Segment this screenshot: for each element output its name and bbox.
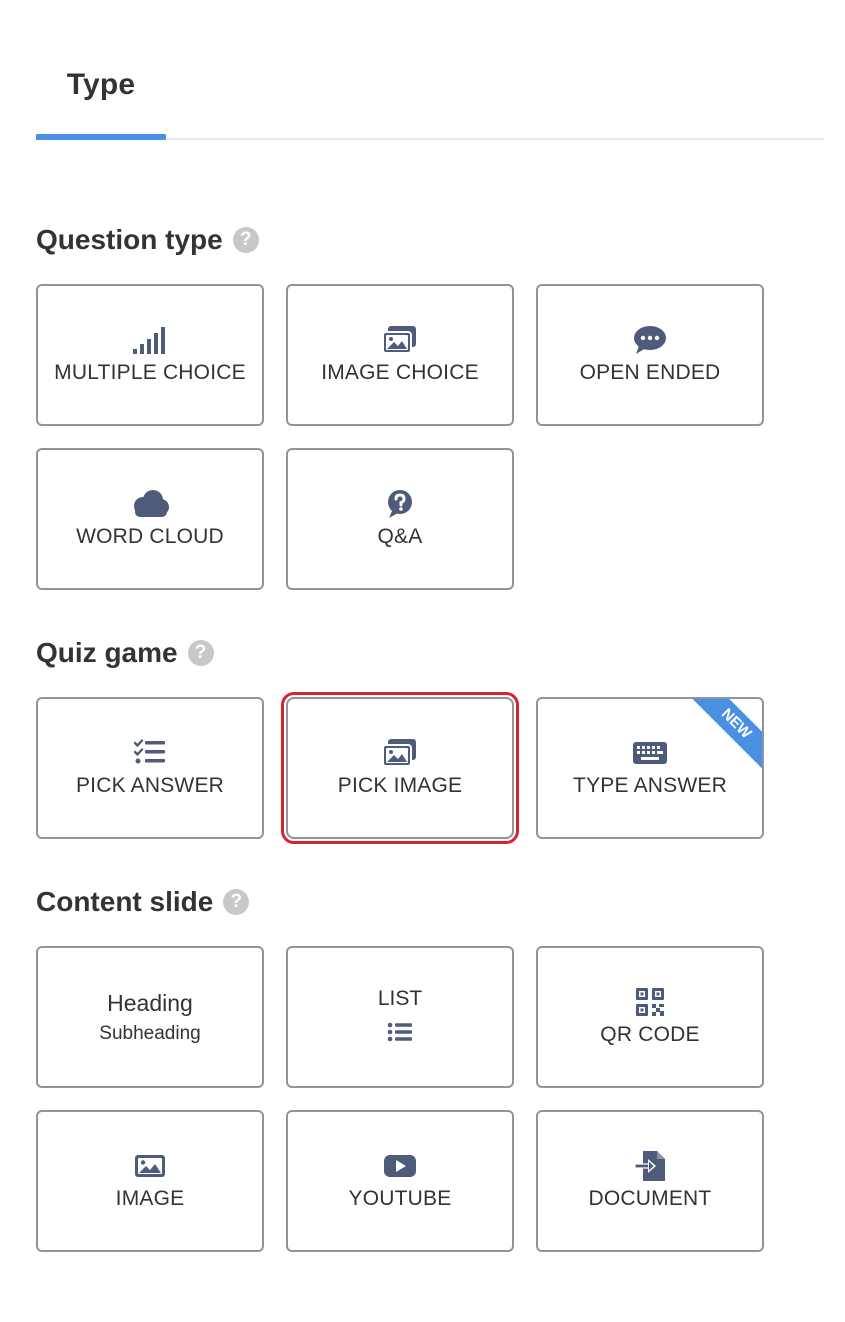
card-heading-label: Heading <box>107 989 193 1016</box>
card-subheading-label: Subheading <box>99 1022 201 1044</box>
qr-code-icon <box>635 987 665 1017</box>
card-list[interactable]: LIST <box>286 946 514 1088</box>
youtube-icon <box>383 1151 417 1181</box>
card-qa[interactable]: Q&A <box>286 448 514 590</box>
card-label: TYPE ANSWER <box>573 774 727 797</box>
card-label: YOUTUBE <box>348 1187 452 1210</box>
tab-bar: Type <box>36 0 824 140</box>
images-icon <box>382 738 418 768</box>
question-circle-icon <box>383 489 417 519</box>
checklist-icon <box>134 738 166 768</box>
help-icon[interactable]: ? <box>187 640 214 666</box>
card-type-answer[interactable]: NEW TYPE ANSWER <box>536 697 764 839</box>
section-title-text: Quiz game <box>36 637 178 668</box>
images-icon <box>382 325 418 355</box>
card-label: MULTIPLE CHOICE <box>54 361 246 384</box>
card-image-choice[interactable]: IMAGE CHOICE <box>286 284 514 426</box>
card-pick-image[interactable]: PICK IMAGE <box>281 692 519 844</box>
bar-chart-icon <box>132 325 168 355</box>
new-badge-label: NEW <box>691 699 762 769</box>
tab-type-label: Type <box>66 68 136 101</box>
card-label: Q&A <box>377 525 423 548</box>
document-import-icon <box>634 1151 666 1181</box>
card-label: QR CODE <box>600 1023 700 1046</box>
card-image[interactable]: IMAGE <box>36 1110 264 1252</box>
section-title-question-type: Question type ? <box>36 224 259 256</box>
help-icon[interactable]: ? <box>223 889 250 915</box>
card-label: IMAGE <box>115 1187 185 1210</box>
cloud-icon <box>130 489 170 519</box>
section-title-content-slide: Content slide ? <box>36 886 250 918</box>
section-title-text: Question type <box>36 224 223 255</box>
card-label: LIST <box>377 987 423 1010</box>
card-label: PICK ANSWER <box>75 774 225 797</box>
keyboard-icon <box>632 738 668 768</box>
tab-active-underline <box>36 134 166 140</box>
section-title-quiz-game: Quiz game ? <box>36 637 214 669</box>
card-label: IMAGE CHOICE <box>321 361 479 384</box>
card-open-ended[interactable]: OPEN ENDED <box>536 284 764 426</box>
card-document[interactable]: DOCUMENT <box>536 1110 764 1252</box>
list-icon <box>387 1017 413 1047</box>
card-qr-code[interactable]: QR CODE <box>536 946 764 1088</box>
card-multiple-choice[interactable]: MULTIPLE CHOICE <box>36 284 264 426</box>
card-word-cloud[interactable]: WORD CLOUD <box>36 448 264 590</box>
speech-bubble-icon <box>633 325 667 355</box>
tab-type[interactable]: Type <box>36 68 166 140</box>
card-youtube[interactable]: YOUTUBE <box>286 1110 514 1252</box>
card-label: OPEN ENDED <box>579 361 721 384</box>
card-label: WORD CLOUD <box>76 525 224 548</box>
card-label: DOCUMENT <box>588 1187 712 1210</box>
card-label: PICK IMAGE <box>337 774 463 797</box>
section-title-text: Content slide <box>36 886 214 917</box>
card-pick-answer[interactable]: PICK ANSWER <box>36 697 264 839</box>
help-icon[interactable]: ? <box>232 227 259 253</box>
card-heading[interactable]: Heading Subheading <box>36 946 264 1088</box>
new-badge: NEW <box>688 699 762 773</box>
image-icon <box>134 1151 166 1181</box>
